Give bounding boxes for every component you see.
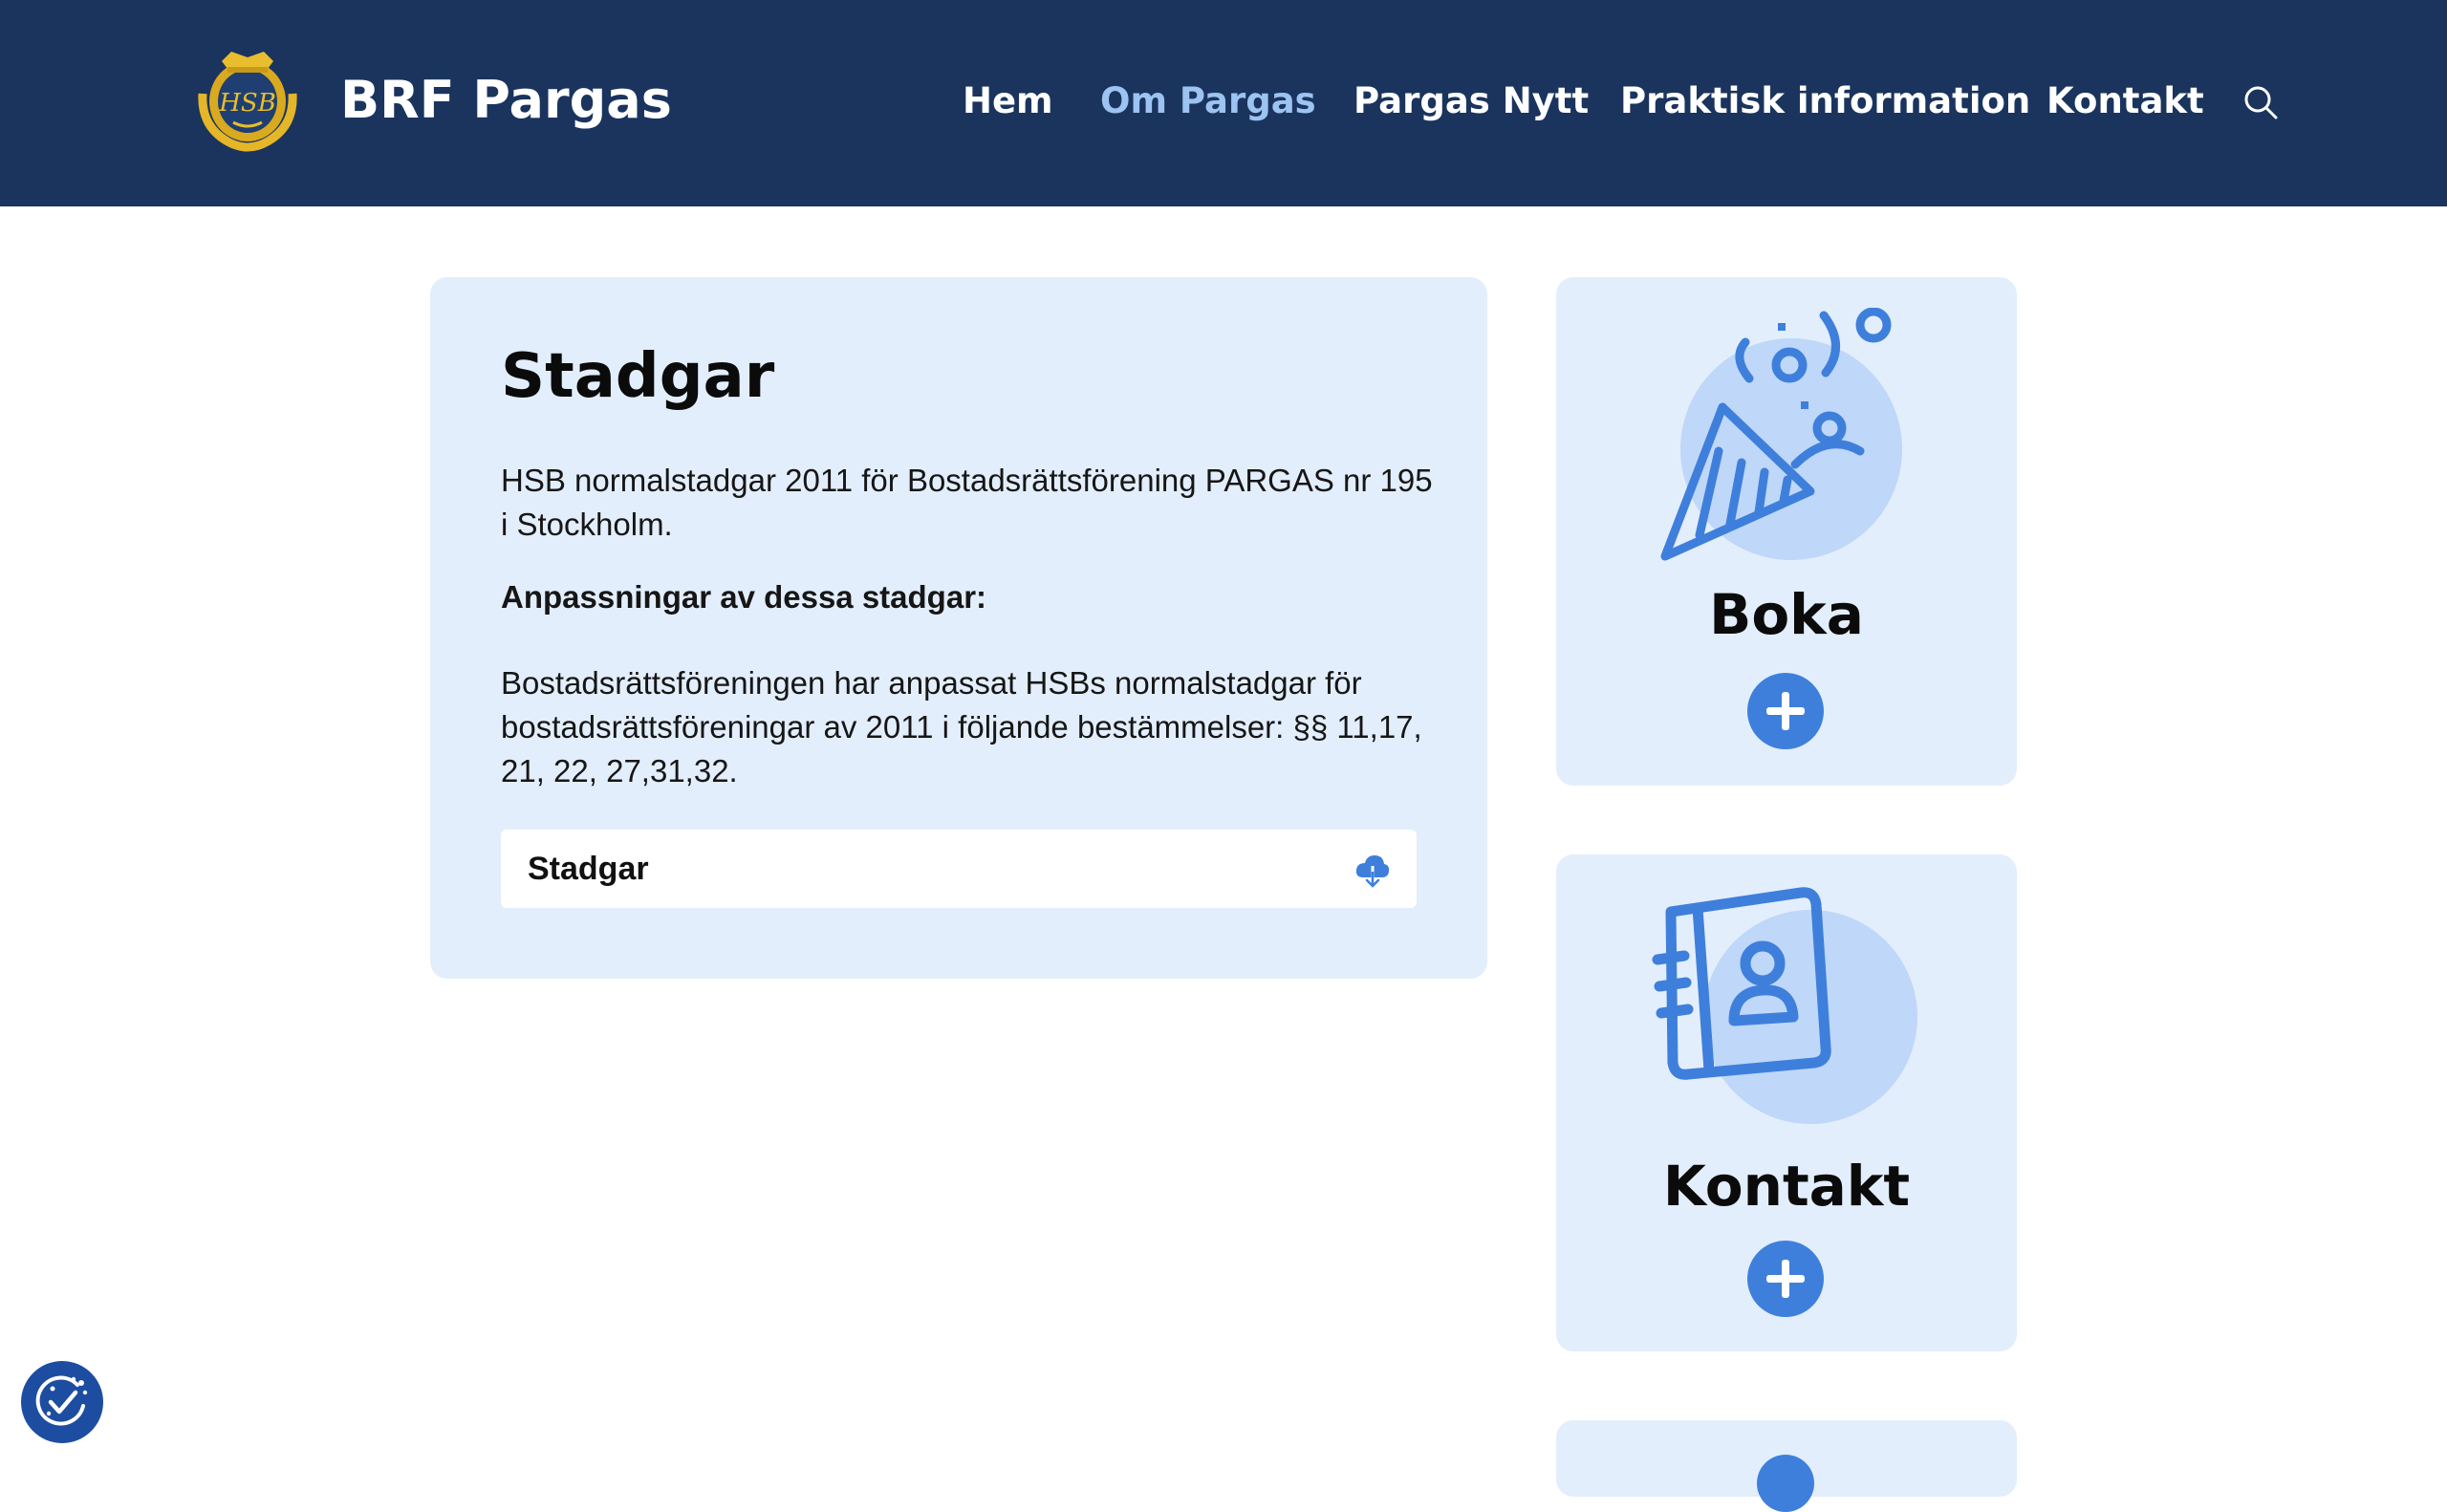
nav-item-pargas-nytt[interactable]: Pargas Nytt <box>1353 75 1589 128</box>
file-label: Stadgar <box>528 851 649 887</box>
third-card[interactable] <box>1556 1420 2017 1512</box>
nav-item-om-pargas[interactable]: Om Pargas <box>1100 75 1316 128</box>
kontakt-card[interactable]: Kontakt <box>1556 854 2017 1351</box>
search-icon[interactable] <box>2242 84 2279 120</box>
address-book-icon <box>1652 887 1917 1124</box>
card-title-kontakt: Kontakt <box>1662 1154 1911 1219</box>
cookie-settings-icon <box>35 1375 88 1426</box>
kontakt-plus-button[interactable] <box>1747 1241 1824 1317</box>
boka-plus-button[interactable] <box>1747 673 1824 749</box>
download-stadgar[interactable]: Stadgar <box>501 830 1417 908</box>
card-icon-partial <box>1757 1455 1814 1512</box>
cloud-download-icon[interactable] <box>1353 851 1392 889</box>
svg-text:HSB: HSB <box>218 89 276 118</box>
stadgar-card: Stadgar HSB normalstadgar 2011 för Bosta… <box>430 277 1487 979</box>
hsb-logo-icon[interactable]: HSB <box>193 42 302 155</box>
card-title-boka: Boka <box>1709 582 1864 647</box>
intro-text: HSB normalstadgar 2011 för Bostadsrättsf… <box>501 463 1433 542</box>
page-title: Stadgar <box>501 341 775 412</box>
boka-card[interactable]: Boka <box>1556 277 2017 786</box>
nav-item-hem[interactable]: Hem <box>963 75 1053 128</box>
party-popper-icon <box>1660 308 1902 561</box>
site-header: HSB BRF Pargas Hem Om Pargas Pargas Nytt… <box>0 0 2447 206</box>
subheading: Anpassningar av dessa stadgar: <box>501 579 987 615</box>
cookie-settings-button[interactable] <box>21 1361 103 1443</box>
site-title[interactable]: BRF Pargas <box>340 67 672 134</box>
body-text: Bostadsrättsföreningen har anpassat HSBs… <box>501 665 1422 788</box>
nav-item-kontakt[interactable]: Kontakt <box>2046 75 2204 128</box>
nav-item-praktisk-information[interactable]: Praktisk information <box>1620 75 2030 128</box>
